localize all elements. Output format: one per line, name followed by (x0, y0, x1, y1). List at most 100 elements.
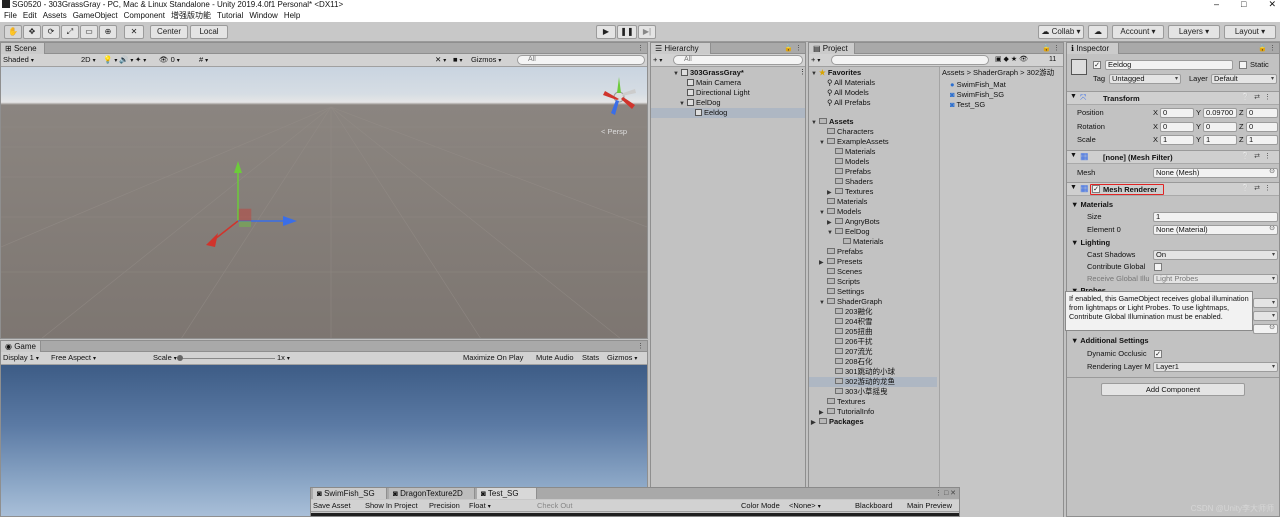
custom-tool-icon[interactable]: ✕ (124, 25, 144, 39)
aspect-dropdown[interactable]: Free Aspect (51, 352, 147, 365)
dynamic-occlusion-checkbox[interactable]: ✓ (1154, 350, 1162, 358)
shadergraph-window-controls[interactable]: ⋮ □ ✕ (935, 488, 956, 499)
mesh-renderer-enabled-checkbox[interactable]: ✓ (1092, 185, 1100, 193)
tab-game[interactable]: ◉ Game (1, 341, 41, 352)
project-folder[interactable]: Materials (835, 147, 875, 157)
rect-tool-icon[interactable]: ▭ (80, 25, 98, 39)
file-item[interactable]: ◙ SwimFish_SG (950, 90, 1004, 100)
check-out-button[interactable]: Check Out (537, 500, 572, 512)
project-folder[interactable]: Scripts (827, 277, 860, 287)
scene-menu-icon[interactable]: ⋮ (799, 68, 806, 76)
menu-file[interactable]: File (1, 10, 20, 22)
pivot-center-button[interactable]: Center (150, 25, 188, 39)
rotation-x-field[interactable]: 0 (1160, 122, 1194, 132)
favorite-item[interactable]: ⚲ All Materials (827, 78, 875, 88)
project-folder[interactable]: Prefabs (835, 167, 871, 177)
rotation-z-field[interactable]: 0 (1246, 122, 1278, 132)
hierarchy-create-button[interactable]: + (653, 54, 662, 67)
gizmos-dropdown[interactable]: Gizmos (471, 54, 501, 67)
layer-dropdown[interactable]: Default (1211, 74, 1277, 84)
tab-swimfish-sg[interactable]: ◙ SwimFish_SG (313, 488, 387, 499)
precision-dropdown[interactable]: Float (469, 500, 527, 513)
project-folder[interactable]: Prefabs (827, 247, 863, 257)
packages-folder[interactable]: ▶ Packages (811, 417, 864, 428)
contribute-gi-checkbox[interactable] (1154, 263, 1162, 271)
tab-test-sg[interactable]: ◙ Test_SG (477, 488, 537, 499)
blackboard-toggle[interactable]: Blackboard (855, 500, 893, 512)
z-axis-arrow-icon[interactable] (283, 216, 297, 226)
account-dropdown[interactable]: Account ▾ (1112, 25, 1164, 39)
project-folder[interactable]: 301跳动的小球 (835, 367, 895, 377)
tab-inspector[interactable]: ℹ Inspector (1067, 43, 1119, 54)
scale-slider-handle[interactable] (177, 355, 183, 361)
receive-gi-dropdown[interactable]: Light Probes (1153, 274, 1278, 284)
color-mode-dropdown[interactable]: <None> (789, 500, 847, 513)
project-folder[interactable]: 206干扰 (835, 337, 873, 347)
scene-tab-menu-icon[interactable]: ⋮ (637, 43, 644, 54)
rotation-y-field[interactable]: 0 (1203, 122, 1237, 132)
position-x-field[interactable]: 0 (1160, 108, 1194, 118)
project-breadcrumb[interactable]: Assets > ShaderGraph > 302游动 (942, 68, 1064, 78)
project-folder[interactable]: Shaders (835, 177, 873, 187)
maximize-icon[interactable]: □ (1241, 0, 1246, 10)
tab-dragontexture2d[interactable]: ◙ DragonTexture2D (389, 488, 475, 499)
favorite-item[interactable]: ⚲ All Models (827, 88, 869, 98)
position-z-field[interactable]: 0 (1246, 108, 1278, 118)
inspector-lock-icon[interactable]: 🔒 ⋮ (1258, 43, 1276, 54)
layout-dropdown[interactable]: Layout ▾ (1224, 25, 1276, 39)
project-folder[interactable]: Scenes (827, 267, 862, 277)
audio-toggle-icon[interactable]: 🔊 (119, 54, 133, 67)
project-folder[interactable]: 205扭曲 (835, 327, 873, 337)
hand-tool-icon[interactable]: ✋ (4, 25, 22, 39)
menu-assets[interactable]: Assets (40, 10, 70, 22)
additional-settings-foldout[interactable]: ▼ Additional Settings (1071, 336, 1149, 346)
project-folder[interactable]: Textures (827, 397, 865, 407)
element-0-field[interactable]: None (Material) (1153, 225, 1278, 235)
x-axis-arrow-icon[interactable] (206, 233, 218, 247)
transform-header[interactable]: ▼ ⤧ Transform ❔⇄⋮ (1067, 91, 1279, 105)
project-folder-selected[interactable]: 302游动的龙鱼 (809, 377, 937, 387)
project-folder[interactable]: 208石化 (835, 357, 873, 367)
scale-tool-icon[interactable]: ⤢ (61, 25, 79, 39)
game-tab-menu-icon[interactable]: ⋮ (637, 341, 644, 352)
minimize-icon[interactable]: – (1214, 0, 1219, 10)
scale-y-field[interactable]: 1 (1203, 135, 1237, 145)
step-button[interactable]: ▶| (638, 25, 656, 39)
project-folder[interactable]: Materials (827, 197, 867, 207)
project-filter-icons[interactable]: ▣ ◆ ★ 👁 (995, 54, 1028, 66)
mesh-renderer-header[interactable]: ▼ ▦ ✓ Mesh Renderer ❔⇄⋮ (1067, 182, 1279, 196)
main-preview-toggle[interactable]: Main Preview (907, 500, 952, 512)
project-folder[interactable]: Settings (827, 287, 864, 297)
scene-viewport[interactable]: < Persp (1, 67, 647, 338)
component-menu-icons[interactable]: ❔⇄⋮ (1241, 184, 1275, 192)
project-lock-icon[interactable]: 🔒 ⋮ (1042, 43, 1060, 54)
project-folder[interactable]: 303小草摇曳 (835, 387, 888, 397)
2d-toggle[interactable]: 2D (81, 54, 96, 67)
maximize-on-play-toggle[interactable]: Maximize On Play (463, 352, 523, 364)
persp-label[interactable]: < Persp (601, 127, 627, 136)
pivot-local-button[interactable]: Local (190, 25, 228, 39)
tab-hierarchy[interactable]: ☰ Hierarchy (651, 43, 711, 54)
project-folder[interactable]: 207流光 (835, 347, 873, 357)
lighting-foldout[interactable]: ▼ Lighting (1071, 238, 1110, 248)
project-folder[interactable]: Characters (827, 127, 874, 137)
position-y-field[interactable]: 0.09700 (1203, 108, 1237, 118)
transform-gizmo[interactable] (191, 161, 311, 271)
shading-dropdown[interactable]: Shaded (3, 54, 73, 67)
menu-enhanced[interactable]: 增强版功能 (168, 10, 214, 22)
project-folder[interactable]: 203融化 (835, 307, 873, 317)
component-menu-icons[interactable]: ❔⇄⋮ (1241, 152, 1275, 160)
project-folder[interactable]: Materials (843, 237, 883, 247)
cast-shadows-dropdown[interactable]: On (1153, 250, 1278, 260)
tab-scene[interactable]: ⊞ Scene (1, 43, 45, 54)
shadergraph-canvas[interactable] (311, 513, 959, 516)
hierarchy-item-main-camera[interactable]: Main Camera (687, 78, 741, 88)
menu-tutorial[interactable]: Tutorial (214, 10, 246, 22)
collab-button[interactable]: ☁ Collab ▾ (1038, 25, 1084, 39)
close-icon[interactable]: ✕ (1268, 0, 1276, 10)
menu-component[interactable]: Component (121, 10, 168, 22)
probes-dropdown-2[interactable] (1253, 311, 1278, 321)
materials-foldout[interactable]: ▼ Materials (1071, 200, 1113, 210)
move-tool-icon[interactable]: ✥ (23, 25, 41, 39)
size-field[interactable]: 1 (1153, 212, 1278, 222)
